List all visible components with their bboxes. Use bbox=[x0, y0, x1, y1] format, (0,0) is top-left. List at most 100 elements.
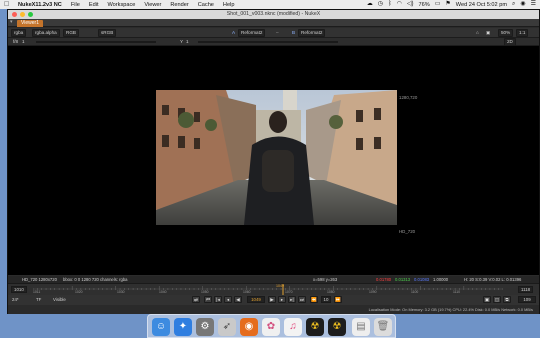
timeline-tick-1100: 1100 bbox=[411, 290, 419, 294]
notification-center-icon[interactable]: ☰ bbox=[531, 0, 536, 9]
play-forward-button[interactable]: ▶ bbox=[268, 296, 276, 303]
range-dropdown[interactable]: Visible bbox=[53, 297, 66, 302]
end-frame-field[interactable]: 109 bbox=[518, 296, 536, 303]
system-preferences-icon[interactable]: ⚙ bbox=[196, 318, 214, 336]
timeline-tick-1020: 1020 bbox=[75, 290, 83, 294]
input-b-marker: B bbox=[292, 30, 296, 35]
camera-icon[interactable]: ⌂ bbox=[474, 29, 481, 37]
roi-icon[interactable]: ▣ bbox=[484, 29, 492, 37]
siri-icon[interactable]: ◉ bbox=[520, 0, 525, 9]
trash-icon[interactable]: 🗑 bbox=[374, 318, 392, 336]
sync-icon[interactable]: ⧉ bbox=[503, 296, 511, 303]
layer-dropdown[interactable]: rgba.alpha bbox=[32, 29, 60, 37]
timeline-tick-1110: 1110 bbox=[453, 290, 461, 294]
zoom-dropdown[interactable]: 50% bbox=[498, 29, 514, 37]
safari-icon[interactable]: ✦ bbox=[174, 318, 192, 336]
step-back-button[interactable]: ◂ bbox=[224, 296, 232, 303]
playback-controls: 24* TF Visible ⇄ ⏮ |◂ ◂ ◀ 1049 ▶ ▸ ▸| ⏭ … bbox=[8, 295, 539, 305]
info-bbox: bbox: 0 0 1280 720 channels: rgba bbox=[63, 277, 128, 282]
viewer-toolbar: rgba rgba.alpha RGB sRGB A Reformat2 – B… bbox=[8, 28, 539, 38]
menu-help[interactable]: Help bbox=[223, 2, 235, 8]
monitor-output-icon[interactable]: ▣ bbox=[483, 296, 491, 303]
viewer-canvas[interactable]: 1280,720 HD_720 bbox=[8, 46, 539, 275]
window-titlebar[interactable]: Shot_001_v003.nknc (modified) - NukeX bbox=[8, 10, 539, 19]
timeline-tick-1060: 1060 bbox=[243, 290, 251, 294]
step-forward-button[interactable]: ▸ bbox=[278, 296, 286, 303]
colorspace-dropdown[interactable]: RGB bbox=[63, 29, 79, 37]
rocket-icon[interactable]: ➶ bbox=[218, 318, 236, 336]
viewer-info-bar: HD_720 1280x720 bbox: 0 0 1280 720 chann… bbox=[8, 276, 539, 283]
timeline-start-frame[interactable]: 1010 bbox=[11, 286, 27, 293]
gain-slider[interactable] bbox=[36, 41, 156, 43]
info-red-value: 0.01780 bbox=[376, 277, 392, 282]
info-hsvl: H: 20 S:0.39 V:0.02 L: 0.01396 bbox=[464, 277, 522, 282]
input-a-dropdown[interactable]: Reformat2 bbox=[238, 29, 266, 37]
skip-forward-increment-button[interactable]: ⏩ bbox=[334, 296, 342, 303]
close-window-icon[interactable] bbox=[12, 12, 17, 17]
wifi-icon[interactable]: ◠ bbox=[397, 0, 402, 9]
gamma-slider[interactable] bbox=[198, 41, 338, 43]
volume-icon[interactable]: ◁) bbox=[407, 0, 414, 9]
increment-field[interactable]: 10 bbox=[321, 296, 331, 303]
nuke-app-icon[interactable]: ☢ bbox=[306, 318, 324, 336]
gamma-value[interactable]: 1 bbox=[184, 38, 191, 46]
2d-3d-dropdown[interactable]: 2D bbox=[504, 38, 516, 46]
format-top-label: 1280,720 bbox=[399, 95, 418, 100]
current-frame-field[interactable]: 1049 bbox=[247, 296, 265, 303]
window-controls bbox=[12, 12, 33, 17]
itunes-icon[interactable]: ♫ bbox=[284, 318, 302, 336]
minimize-window-icon[interactable] bbox=[20, 12, 25, 17]
finder-icon[interactable]: ☺ bbox=[152, 318, 170, 336]
next-keyframe-button[interactable]: ▸| bbox=[288, 296, 296, 303]
menu-workspace[interactable]: Workspace bbox=[108, 2, 136, 8]
flag-icon[interactable]: ⚑ bbox=[445, 0, 450, 9]
proxy-dropdown[interactable]: 1:1 bbox=[516, 29, 529, 37]
menu-viewer[interactable]: Viewer bbox=[144, 2, 161, 8]
input-a-marker: A bbox=[232, 30, 236, 35]
nuke-nc-app-icon[interactable]: ☢ bbox=[328, 318, 346, 336]
timeline-tick-1050: 1050 bbox=[201, 290, 209, 294]
play-backward-button[interactable]: ◀ bbox=[234, 296, 242, 303]
skip-back-increment-button[interactable]: ⏪ bbox=[310, 296, 318, 303]
street-scene-image bbox=[156, 90, 397, 225]
gain-value[interactable]: 1 bbox=[20, 38, 27, 46]
spotlight-search-icon[interactable]: ⌕ bbox=[512, 0, 515, 9]
apple-logo-icon[interactable]:  bbox=[4, 0, 12, 9]
prev-keyframe-button[interactable]: |◂ bbox=[214, 296, 222, 303]
tab-menu-icon[interactable]: ▾ bbox=[10, 19, 13, 25]
menu-edit[interactable]: Edit bbox=[89, 2, 99, 8]
menu-app-name[interactable]: NukeX11.2v3 NC bbox=[18, 2, 62, 8]
battery-icon[interactable]: ▭ bbox=[435, 0, 441, 9]
firefox-icon[interactable]: ◉ bbox=[240, 318, 258, 336]
document-icon[interactable]: ▤ bbox=[352, 318, 370, 336]
timeline-bar[interactable]: 1010 1011 1020 1030 1040 1050 1060 1070 … bbox=[8, 283, 539, 296]
info-format: HD_720 1280x720 bbox=[22, 277, 57, 282]
macos-dock: ☺ ✦ ⚙ ➶ ◉ ✿ ♫ ☢ ☢ ▤ 🗑 bbox=[147, 314, 396, 338]
menu-cache[interactable]: Cache bbox=[198, 2, 214, 8]
timeline-current-marker: 1049 bbox=[276, 284, 284, 288]
channels-dropdown[interactable]: rgba bbox=[11, 29, 27, 37]
bounce-icon[interactable]: ⇄ bbox=[192, 296, 200, 303]
menu-render[interactable]: Render bbox=[170, 2, 188, 8]
overlay-icon[interactable]: ◫ bbox=[493, 296, 501, 303]
fps-dropdown[interactable]: 24* bbox=[12, 297, 19, 302]
lut-dropdown[interactable]: sRGB bbox=[98, 29, 117, 37]
clock-icon[interactable]: ◷ bbox=[378, 0, 383, 9]
tab-viewer1[interactable]: Viewer1 bbox=[17, 20, 43, 27]
bluetooth-icon[interactable]: ᛒ bbox=[388, 0, 392, 9]
last-frame-button[interactable]: ⏭ bbox=[298, 296, 306, 303]
window-title: Shot_001_v003.nknc (modified) - NukeX bbox=[226, 11, 321, 17]
photos-icon[interactable]: ✿ bbox=[262, 318, 280, 336]
tf-dropdown[interactable]: TF bbox=[36, 297, 41, 302]
info-green-value: 0.01313 bbox=[395, 277, 411, 282]
timeline-end-frame[interactable]: 1118 bbox=[518, 286, 534, 293]
menubar-clock[interactable]: Wed 24 Oct 5:02 pm bbox=[456, 2, 507, 8]
input-b-dropdown[interactable]: Reformat2 bbox=[298, 29, 326, 37]
menu-file[interactable]: File bbox=[71, 2, 80, 8]
zoom-window-icon[interactable] bbox=[28, 12, 33, 17]
viewer-tab-bar: ▾ Viewer1 bbox=[8, 19, 539, 27]
first-frame-button[interactable]: ⏮ bbox=[204, 296, 212, 303]
cloud-icon[interactable]: ☁ bbox=[367, 0, 373, 9]
wipe-dash: – bbox=[276, 30, 279, 35]
battery-percent[interactable]: 76% bbox=[419, 2, 430, 8]
